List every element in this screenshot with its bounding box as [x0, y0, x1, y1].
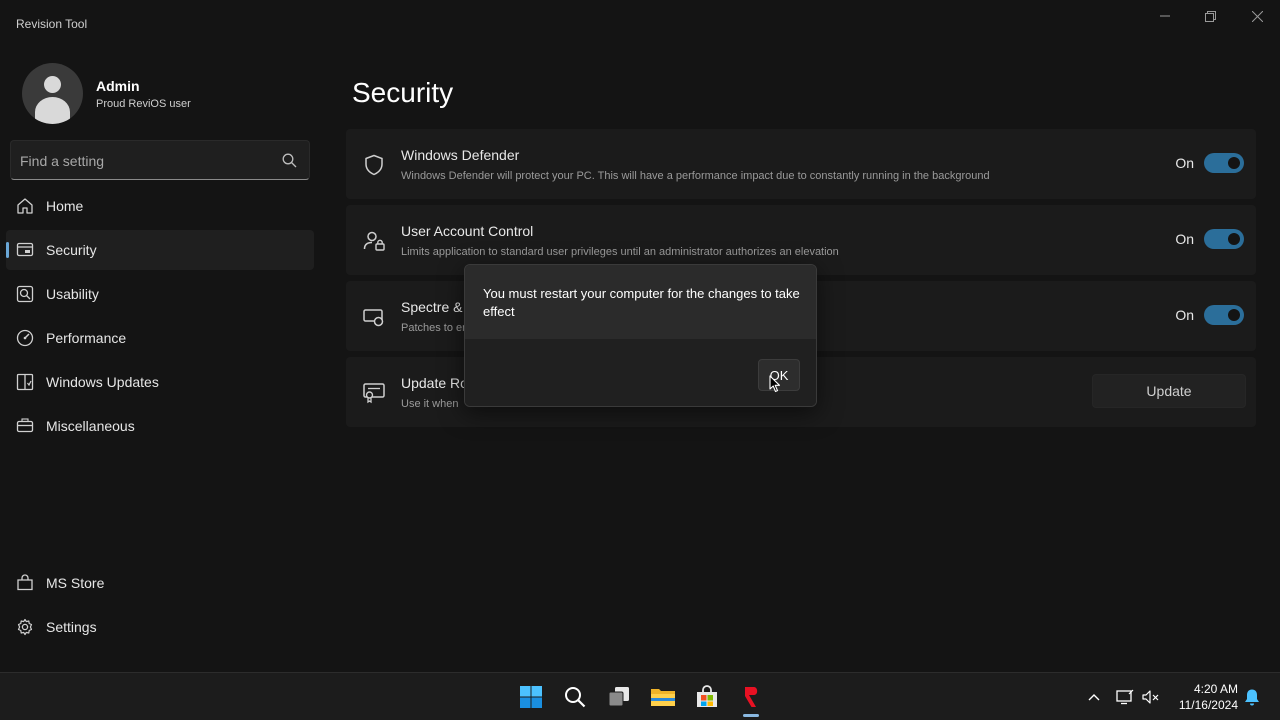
toggle-label: On — [1175, 155, 1194, 171]
sidebar-item-label: Performance — [46, 330, 127, 346]
setting-card-windows-defender: Windows Defender Windows Defender will p… — [346, 129, 1256, 199]
spectre-icon — [363, 309, 384, 327]
close-icon — [1251, 10, 1263, 22]
restore-button[interactable] — [1187, 0, 1233, 32]
sidebar-item-label: Miscellaneous — [46, 418, 135, 434]
sidebar-item-miscellaneous[interactable]: Miscellaneous — [6, 406, 314, 446]
setting-description: Windows Defender will protect your PC. T… — [401, 170, 990, 182]
sidebar-item-windows-updates[interactable]: Windows Updates — [6, 362, 314, 402]
toggle-switch[interactable] — [1204, 305, 1244, 325]
setting-title: Update Ro — [401, 375, 468, 391]
sidebar-item-ms-store[interactable]: MS Store — [6, 563, 314, 603]
store-icon — [17, 574, 33, 591]
sidebar-item-label: Home — [46, 198, 84, 214]
toggle-switch[interactable] — [1204, 153, 1244, 173]
setting-description: Patches to er — [401, 322, 466, 334]
app-title: Revision Tool — [16, 17, 88, 31]
app-window: Revision Tool Admin Proud ReviOS user Fi… — [0, 0, 1280, 672]
sidebar-item-label: Settings — [46, 619, 97, 635]
dialog-message: You must restart your computer for the c… — [483, 286, 800, 319]
setting-description: Use it when — [401, 398, 459, 410]
profile-subtitle: Proud ReviOS user — [96, 97, 191, 110]
sidebar-item-settings[interactable]: Settings — [6, 607, 314, 647]
task-view-icon[interactable] — [603, 681, 635, 713]
page-title: Security — [352, 77, 454, 108]
sidebar-item-usability[interactable]: Usability — [6, 274, 314, 314]
search-icon[interactable] — [559, 681, 591, 713]
toggle-switch[interactable] — [1204, 229, 1244, 249]
shield-icon — [365, 154, 383, 176]
miscellaneous-icon — [16, 418, 34, 433]
dialog-body: You must restart your computer for the c… — [465, 265, 816, 339]
active-app-indicator — [743, 714, 759, 717]
clock-time: 4:20 AM — [1193, 682, 1238, 696]
avatar — [22, 63, 83, 124]
toggle-label: On — [1175, 231, 1194, 247]
sidebar-item-label: Windows Updates — [46, 374, 159, 390]
active-indicator — [6, 242, 9, 258]
revision-tool-icon[interactable] — [735, 681, 767, 713]
chevron-up-icon[interactable] — [1084, 687, 1104, 707]
title-bar[interactable]: Revision Tool — [0, 0, 1280, 48]
network-icon[interactable] — [1115, 687, 1135, 707]
system-clock[interactable]: 4:20 AM 11/16/2024 — [1170, 681, 1238, 713]
setting-title: Windows Defender — [401, 147, 520, 163]
taskbar: 4:20 AM 11/16/2024 — [0, 672, 1280, 720]
clock-date: 11/16/2024 — [1178, 698, 1238, 712]
spectre-toggle[interactable]: On — [1175, 305, 1244, 325]
setting-title: Spectre & — [401, 299, 463, 315]
security-icon — [16, 242, 34, 257]
setting-title: User Account Control — [401, 223, 534, 239]
volume-muted-icon[interactable] — [1141, 687, 1161, 707]
user-lock-icon — [363, 231, 385, 251]
certificate-icon — [363, 383, 385, 404]
sidebar-item-security[interactable]: Security — [6, 230, 314, 270]
restore-icon — [1204, 10, 1216, 22]
usability-icon — [16, 285, 34, 303]
close-button[interactable] — [1234, 0, 1280, 32]
setting-description: Limits application to standard user priv… — [401, 246, 839, 258]
performance-icon — [16, 329, 34, 347]
sidebar-item-home[interactable]: Home — [6, 186, 314, 226]
update-button[interactable]: Update — [1092, 374, 1246, 408]
home-icon — [17, 198, 33, 214]
windows-start-icon[interactable] — [515, 681, 547, 713]
user-profile: Admin Proud ReviOS user — [22, 63, 191, 124]
sidebar-item-label: Security — [46, 242, 97, 258]
mouse-cursor-icon — [769, 375, 781, 393]
sidebar-item-performance[interactable]: Performance — [6, 318, 314, 358]
sidebar-item-label: MS Store — [46, 575, 105, 591]
toggle-label: On — [1175, 307, 1194, 323]
windows-defender-toggle[interactable]: On — [1175, 153, 1244, 173]
dialog-footer: OK — [465, 339, 816, 406]
search-input[interactable] — [20, 151, 270, 171]
ms-store-icon[interactable] — [691, 681, 723, 713]
search-icon[interactable] — [282, 153, 297, 168]
sidebar-item-label: Usability — [46, 286, 99, 302]
notification-bell-icon[interactable] — [1242, 687, 1262, 707]
gear-icon — [17, 618, 33, 636]
restart-dialog: You must restart your computer for the c… — [464, 264, 817, 407]
windows-updates-icon — [16, 373, 34, 391]
uac-toggle[interactable]: On — [1175, 229, 1244, 249]
minimize-button[interactable] — [1142, 0, 1188, 32]
search-box[interactable] — [10, 140, 310, 180]
file-explorer-icon[interactable] — [647, 681, 679, 713]
minimize-icon — [1160, 15, 1170, 17]
profile-name: Admin — [96, 77, 140, 94]
